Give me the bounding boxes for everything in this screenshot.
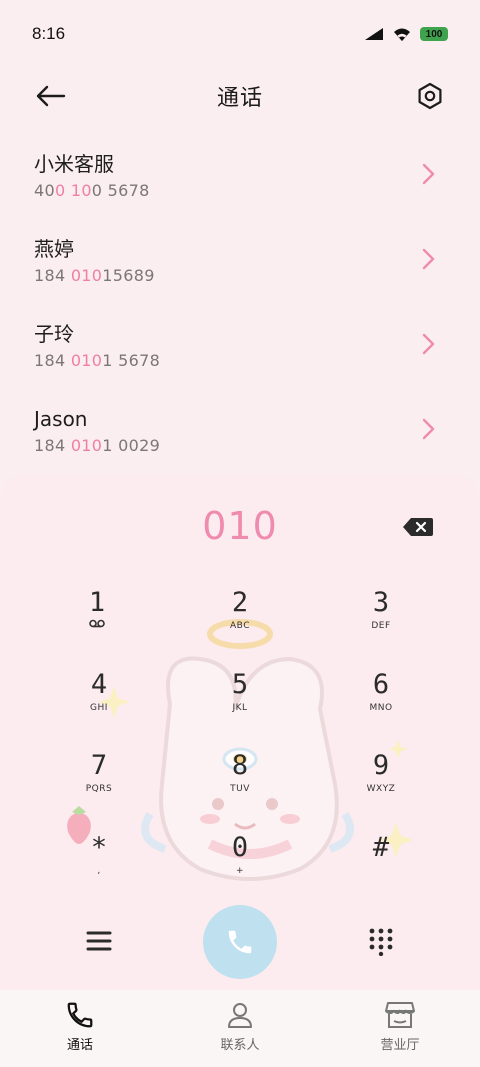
person-icon: [228, 1003, 252, 1028]
list-item[interactable]: 燕婷 184 01015689: [0, 217, 480, 302]
number-part: 184: [34, 266, 71, 285]
contact-number: 184 0101 5678: [34, 350, 480, 372]
contact-number: 184 01015689: [34, 265, 480, 287]
dialpad-icon[interactable]: [366, 926, 396, 956]
contact-number: 400 100 5678: [34, 180, 480, 202]
number-part: 1 0029: [102, 436, 161, 455]
header: 通话: [0, 70, 480, 120]
chevron-right-icon: [422, 333, 435, 355]
call-button[interactable]: [203, 905, 277, 979]
number-part: 1 5678: [102, 351, 161, 370]
gear-icon: [418, 82, 442, 110]
list-item[interactable]: 子玲 184 0101 5678: [0, 302, 480, 387]
voicemail-icon: [89, 619, 105, 628]
key-letters: +: [235, 866, 245, 876]
key-digit: 1: [88, 587, 106, 618]
nav-label: 营业厅: [380, 1038, 420, 1053]
key-5[interactable]: 5 JKL: [195, 669, 285, 739]
number-match: 010: [70, 266, 103, 285]
key-digit: #: [372, 832, 390, 863]
signal-icon: [365, 28, 383, 40]
nav-item-store[interactable]: 营业厅: [320, 990, 480, 1067]
key-6[interactable]: 6 MNO: [336, 669, 426, 739]
key-star[interactable]: * ,: [54, 832, 144, 902]
key-letters: WXYZ: [366, 784, 396, 794]
key-hash[interactable]: #: [336, 832, 426, 902]
contact-name: 燕婷: [34, 237, 74, 261]
key-digit: 7: [90, 750, 108, 781]
key-9[interactable]: 9 WXYZ: [336, 750, 426, 820]
key-digit: *: [90, 832, 108, 863]
key-letters: TUV: [230, 784, 250, 794]
nav-item-calls[interactable]: 通话: [0, 990, 160, 1067]
key-digit: 3: [372, 587, 390, 618]
status-icons: 100: [364, 27, 448, 42]
key-digit: 6: [372, 669, 390, 700]
key-letters: DEF: [371, 621, 391, 631]
number-part: 184: [34, 351, 71, 370]
key-letters: GHI: [90, 703, 108, 713]
bottom-nav: 通话 联系人 营业厅: [0, 990, 480, 1067]
contact-name: 子玲: [34, 322, 74, 346]
nav-item-contacts[interactable]: 联系人: [160, 990, 320, 1067]
key-digit: 2: [231, 587, 249, 618]
battery-icon: 100: [420, 27, 448, 41]
key-1[interactable]: 1: [52, 587, 142, 657]
key-digit: 4: [90, 669, 108, 700]
key-letters: ABC: [230, 621, 250, 631]
number-match: 010: [70, 351, 103, 370]
key-digit: 0: [231, 832, 249, 863]
key-2[interactable]: 2 ABC: [195, 587, 285, 657]
menu-icon[interactable]: [84, 926, 114, 956]
nav-label: 通话: [66, 1038, 93, 1053]
number-part: 40: [34, 181, 55, 200]
key-7[interactable]: 7 PQRS: [54, 750, 144, 820]
key-0[interactable]: 0 +: [195, 832, 285, 902]
status-time: 8:16: [32, 24, 66, 43]
contact-name: 小米客服: [34, 152, 114, 176]
backspace-icon[interactable]: [402, 516, 434, 538]
number-match: 010: [70, 436, 103, 455]
list-item[interactable]: 小米客服 400 100 5678: [0, 132, 480, 217]
contact-list: 小米客服 400 100 5678 燕婷 184 01015689 子玲 184…: [0, 132, 480, 472]
chevron-right-icon: [422, 418, 435, 440]
key-digit: 8: [231, 750, 249, 781]
key-letters: MNO: [369, 703, 393, 713]
key-letters: JKL: [232, 703, 248, 713]
battery-level: 100: [425, 28, 443, 40]
list-item[interactable]: Jason 184 0101 0029: [0, 387, 480, 472]
number-part: 0 5678: [91, 181, 150, 200]
key-8[interactable]: 8 TUV: [195, 750, 285, 820]
number-part: 184: [34, 436, 71, 455]
chevron-right-icon: [422, 163, 435, 185]
store-icon: [385, 1002, 415, 1028]
nav-label: 联系人: [220, 1038, 260, 1053]
number-match: 0 10: [54, 181, 92, 200]
contact-number: 184 0101 0029: [34, 435, 480, 457]
settings-button[interactable]: [410, 76, 450, 116]
phone-icon: [228, 930, 252, 954]
key-digit: 5: [231, 669, 249, 700]
key-digit: 9: [372, 750, 390, 781]
key-4[interactable]: 4 GHI: [54, 669, 144, 739]
page-title: 通话: [216, 86, 263, 111]
key-letters: ,: [97, 866, 101, 876]
key-3[interactable]: 3 DEF: [336, 587, 426, 657]
number-part: 15689: [102, 266, 155, 285]
dial-panel: 010 1 2 ABC 3 DEF 4 GHI 5 JKL 6 MNO 7 PQ…: [0, 474, 480, 990]
contact-name: Jason: [34, 407, 88, 431]
status-bar: 8:16 100: [0, 0, 480, 68]
phone-icon: [67, 1002, 93, 1028]
key-letters: PQRS: [85, 784, 113, 794]
wifi-icon: [394, 28, 410, 41]
chevron-right-icon: [422, 248, 435, 270]
